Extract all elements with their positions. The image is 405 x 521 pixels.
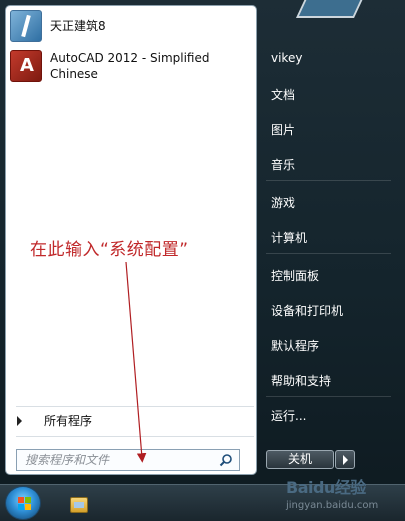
menu-documents[interactable]: 文档 (271, 86, 295, 103)
menu-user[interactable]: vikey (271, 51, 302, 65)
divider (266, 396, 391, 397)
menu-devices-printers[interactable]: 设备和打印机 (271, 302, 343, 319)
arrow-right-icon (17, 415, 22, 426)
menu-music[interactable]: 音乐 (271, 156, 295, 173)
menu-control-panel[interactable]: 控制面板 (271, 267, 319, 284)
divider (16, 436, 254, 437)
search-box[interactable] (16, 449, 240, 471)
divider (266, 180, 391, 181)
program-autocad[interactable]: AutoCAD 2012 - Simplified Chinese (10, 48, 220, 84)
windows-logo-icon (18, 497, 31, 510)
menu-help-support[interactable]: 帮助和支持 (271, 372, 331, 389)
divider (16, 406, 254, 407)
watermark-url: jingyan.baidu.com (286, 500, 379, 511)
menu-run[interactable]: 运行... (271, 407, 306, 424)
divider (266, 253, 391, 254)
search-input[interactable] (17, 450, 215, 470)
menu-computer[interactable]: 计算机 (271, 229, 307, 246)
all-programs-label: 所有程序 (44, 414, 93, 428)
menu-default-programs[interactable]: 默认程序 (271, 337, 319, 354)
all-programs-button[interactable]: 所有程序 (11, 412, 92, 429)
watermark-logo: Baidu经验 (286, 478, 366, 497)
program-label: 天正建筑8 (50, 19, 106, 33)
shutdown-options-button[interactable] (335, 450, 355, 469)
shutdown-button[interactable]: 关机 (266, 450, 334, 469)
annotation-text: 在此输入“系统配置” (30, 240, 189, 260)
autocad-icon (10, 50, 42, 82)
menu-pictures[interactable]: 图片 (271, 121, 295, 138)
program-tarch[interactable]: 天正建筑8 (10, 10, 220, 42)
menu-games[interactable]: 游戏 (271, 194, 295, 211)
tarch-icon (10, 10, 42, 42)
search-icon[interactable] (219, 453, 233, 467)
program-label: AutoCAD 2012 - Simplified Chinese (50, 51, 210, 81)
start-button[interactable] (5, 486, 41, 520)
explorer-icon[interactable] (70, 497, 88, 513)
